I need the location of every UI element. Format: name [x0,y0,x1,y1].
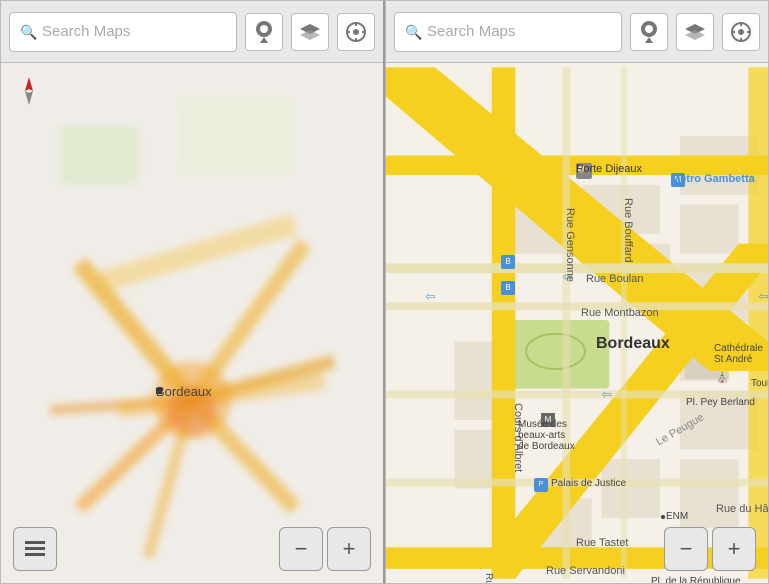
detail-toolbar: 🔍 Search Maps [386,1,768,63]
detail-search-text: Search Maps [427,23,515,40]
detail-map[interactable]: ← ← ← ⇦ ⇦ ⇦ ⇦ ⇦ 🏠 Porte Dijeaux [386,63,768,583]
city-marker: Bordeaux [156,388,162,394]
layers-icon [298,22,322,42]
detail-layers-button[interactable] [676,13,714,51]
overview-roads-svg [1,63,383,583]
poi-palais-icon: P [534,478,548,492]
overview-map[interactable]: Bordeaux − + [1,63,383,583]
overview-panel: 🔍 Search Maps [0,0,385,584]
pin-icon [254,19,274,45]
svg-text:⇦: ⇦ [425,288,436,303]
enm-dot [661,515,665,519]
overview-search-box[interactable]: 🔍 Search Maps [9,12,237,52]
detail-layers-icon [683,22,707,42]
detail-bottom-right: − + [664,527,756,571]
detail-location-icon [730,21,752,43]
overview-list-button[interactable] [13,527,57,571]
detail-map-bg: ← ← ← ⇦ ⇦ ⇦ ⇦ ⇦ 🏠 Porte Dijeaux [386,63,768,583]
poi-bus-1: B [501,255,515,269]
svg-text:⇦: ⇦ [601,386,612,401]
overview-map-bg: Bordeaux [1,63,383,583]
overview-zoom-in-button[interactable]: + [327,527,371,571]
detail-pin-button[interactable] [630,13,668,51]
svg-text:⇦: ⇦ [758,288,768,303]
list-icon [25,540,45,558]
detail-zoom-in-button[interactable]: + [712,527,756,571]
app-container: 🔍 Search Maps [0,0,769,584]
overview-bottom-left [13,527,57,571]
detail-search-icon: 🔍 [405,24,421,40]
detail-panel: 🔍 Search Maps [385,0,769,584]
detail-location-button[interactable] [722,13,760,51]
search-icon: 🔍 [20,24,36,40]
detail-search-box[interactable]: 🔍 Search Maps [394,12,622,52]
overview-zoom-out-button[interactable]: − [279,527,323,571]
detail-zoom-out-button[interactable]: − [664,527,708,571]
detail-streets-svg: ← ← ← ⇦ ⇦ ⇦ ⇦ ⇦ [386,63,768,583]
overview-toolbar: 🔍 Search Maps [1,1,383,63]
overview-pin-button[interactable] [245,13,283,51]
overview-search-text: Search Maps [42,23,130,40]
location-icon [345,21,367,43]
overview-bottom-right: − + [279,527,371,571]
detail-pin-icon [639,19,659,45]
overview-layers-button[interactable] [291,13,329,51]
compass [13,75,45,107]
church-icon: ⛪ [716,373,728,384]
city-name-label: Bordeaux [156,384,212,399]
overview-location-button[interactable] [337,13,375,51]
poi-bus-2: B [501,281,515,295]
